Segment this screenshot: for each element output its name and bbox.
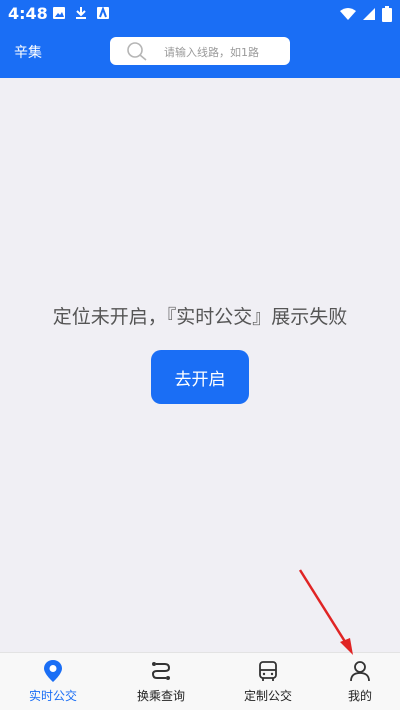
- tab-label: 换乘查询: [136, 689, 185, 703]
- tab-label: 定制公交: [243, 689, 292, 703]
- search-bar[interactable]: 请输入线路，如1路: [110, 37, 290, 65]
- signal-icon: [363, 8, 375, 20]
- user-icon: [350, 661, 370, 682]
- route-icon: [151, 662, 171, 680]
- search-icon: [127, 42, 147, 61]
- top-bar: 4:48 辛集 请输入线路，如1路: [0, 0, 400, 78]
- enable-location-button[interactable]: 去开启: [151, 350, 249, 404]
- tab-custom-bus[interactable]: 定制公交: [228, 653, 308, 710]
- tab-mine[interactable]: 我的: [320, 653, 400, 710]
- tab-realtime-bus[interactable]: 实时公交: [13, 653, 93, 710]
- tab-label: 我的: [347, 689, 372, 703]
- download-notification-icon: [76, 7, 86, 19]
- location-pin-icon: [44, 660, 62, 682]
- image-notification-icon: [53, 7, 65, 19]
- wifi-icon: [340, 8, 356, 20]
- bottom-tab-bar: 实时公交 换乘查询 定制公交 我的: [0, 652, 400, 710]
- tab-label: 实时公交: [28, 689, 77, 703]
- tab-transfer-query[interactable]: 换乘查询: [121, 653, 201, 710]
- location-disabled-message: 定位未开启，『实时公交』展示失败: [52, 306, 348, 328]
- status-time: 4:48: [8, 4, 48, 23]
- city-selector[interactable]: 辛集: [14, 42, 42, 62]
- app-notification-icon: [97, 6, 109, 19]
- battery-icon: [382, 6, 392, 22]
- status-bar: 4:48: [0, 0, 400, 28]
- bus-icon: [259, 661, 277, 681]
- search-input[interactable]: 请输入线路，如1路: [164, 44, 259, 60]
